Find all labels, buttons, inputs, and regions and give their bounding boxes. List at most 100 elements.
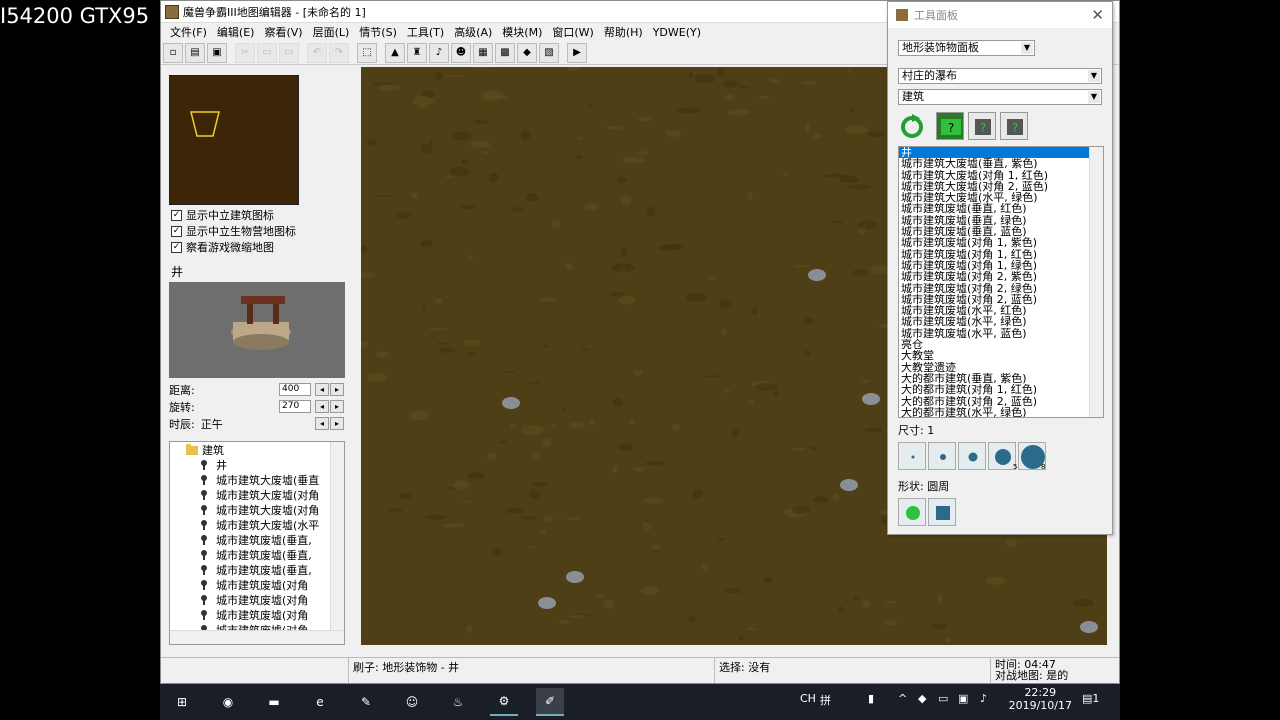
paste-icon[interactable]: ▭ (279, 42, 299, 63)
check-neutral-buildings[interactable]: ✓ 显示中立建筑图标 (171, 207, 274, 223)
redo-icon[interactable]: ↷ (329, 42, 349, 63)
spin-left-icon[interactable]: ◂ (315, 383, 329, 396)
unit-editor-icon[interactable]: ♜ (407, 42, 427, 63)
doodad-listbox[interactable]: 井城市建筑大废墟(垂直, 紫色) 城市建筑大废墟(对角 1, 红色) 城市建筑大废墟… (898, 146, 1104, 418)
tree-folder[interactable]: 建筑 (170, 442, 344, 457)
sound-editor-icon[interactable]: ♪ (429, 42, 449, 63)
network-icon[interactable]: ▣ (958, 692, 968, 705)
menu-tools[interactable]: 工具(T) (402, 24, 449, 40)
doodad-list-item[interactable]: 城市建筑废墟(对角 1, 红色) (899, 249, 1103, 260)
notification-icon[interactable]: ▤1 (1082, 692, 1099, 705)
rock-doodad[interactable] (1080, 621, 1098, 633)
doodad-list-item[interactable]: 城市建筑废墟(对角 1, 绿色) (899, 260, 1103, 271)
spin-right-icon[interactable]: ▸ (330, 417, 344, 430)
menu-help[interactable]: 帮助(H) (599, 24, 648, 40)
doodad-variation-button[interactable]: ? (968, 112, 996, 140)
tree-item[interactable]: 城市建筑废墟(对角 (170, 607, 344, 622)
rock-doodad[interactable] (808, 269, 826, 281)
cut-icon[interactable]: ✂ (235, 42, 255, 63)
campaign-editor-icon[interactable]: ◆ (517, 42, 537, 63)
menu-file[interactable]: 文件(F) (165, 24, 212, 40)
check-game-minimap[interactable]: ✓ 察看游戏微缩地图 (171, 239, 274, 255)
tileset-select[interactable]: 村庄的瀑布 ▼ (898, 68, 1102, 84)
spin-right-icon[interactable]: ▸ (330, 400, 344, 413)
edge-browser-icon[interactable]: e (306, 688, 334, 716)
trigger-editor-icon[interactable]: ▩ (495, 42, 515, 63)
save-icon[interactable]: ▣ (207, 42, 227, 63)
rock-doodad[interactable] (502, 397, 520, 409)
check-neutral-camps[interactable]: ✓ 显示中立生物营地图标 (171, 223, 296, 239)
doodad-list-item[interactable]: 城市建筑废墟(对角 2, 绿色) (899, 283, 1103, 294)
menu-advanced[interactable]: 高级(A) (449, 24, 497, 40)
doodad-list-item[interactable]: 城市建筑废墟(对角 2, 紫色) (899, 271, 1103, 282)
anime-app-icon[interactable]: ☺ (398, 688, 426, 716)
shape-circle-button[interactable] (898, 498, 926, 526)
doodad-list-item[interactable]: 大的都市建筑(对角 2, 蓝色) (899, 396, 1103, 407)
doodad-list-item[interactable]: 城市建筑废墟(对角 1, 紫色) (899, 237, 1103, 248)
menu-edit[interactable]: 编辑(E) (212, 24, 260, 40)
new-file-icon[interactable]: ▫ (163, 42, 183, 63)
tree-item[interactable]: 城市建筑大废墟(垂直 (170, 472, 344, 487)
menu-scenario[interactable]: 情节(S) (354, 24, 402, 40)
rotation-input[interactable]: 270 (279, 400, 311, 413)
spin-right-icon[interactable]: ▸ (330, 383, 344, 396)
tray-wifi-icon[interactable]: ▭ (938, 692, 948, 705)
rock-doodad[interactable] (840, 479, 858, 491)
distance-input[interactable]: 400 (279, 383, 311, 396)
tree-item[interactable]: 城市建筑大废墟(水平 (170, 517, 344, 532)
rock-doodad[interactable] (862, 393, 880, 405)
brush-size-1[interactable] (898, 442, 926, 470)
doodad-list-item[interactable]: 城市建筑废墟(水平, 蓝色) (899, 328, 1103, 339)
checkbox-icon[interactable]: ✓ (171, 225, 182, 237)
ai-editor-icon[interactable]: ☻ (451, 42, 471, 63)
menu-window[interactable]: 窗口(W) (547, 24, 598, 40)
listbox-scrollbar[interactable] (1089, 147, 1103, 417)
brush-size-5[interactable]: 5 (988, 442, 1017, 471)
tree-item[interactable]: 城市建筑废墟(对角 (170, 592, 344, 607)
checkbox-icon[interactable]: ✓ (171, 241, 182, 253)
doodad-list-item[interactable]: 大教堂 (899, 350, 1103, 361)
doodad-list-item[interactable]: 城市建筑废墟(垂直, 绿色) (899, 215, 1103, 226)
we-editor-taskbar-icon[interactable]: ✐ (536, 688, 564, 716)
doodad-list-item[interactable]: 城市建筑大废墟(水平, 绿色) (899, 192, 1103, 203)
close-icon[interactable]: ✕ (1091, 6, 1104, 24)
doodad-list-item[interactable]: 大教堂遗迹 (899, 362, 1103, 373)
steam-icon[interactable]: ♨ (444, 688, 472, 716)
ime-mode-icon[interactable]: 拼 (820, 692, 831, 708)
chevron-up-icon[interactable]: ^ (898, 692, 907, 705)
tree-item[interactable]: 城市建筑大废墟(对角 (170, 502, 344, 517)
import-manager-icon[interactable]: ▧ (539, 42, 559, 63)
doodad-list-item[interactable]: 亮仓 (899, 339, 1103, 350)
doodad-list-item[interactable]: 大的都市建筑(垂直, 紫色) (899, 373, 1103, 384)
menu-view[interactable]: 察看(V) (259, 24, 307, 40)
place-doodad-button[interactable]: ? (936, 112, 964, 140)
doodad-list-item[interactable]: 城市建筑废墟(对角 2, 蓝色) (899, 294, 1103, 305)
tree-item[interactable]: 城市建筑废墟(垂直, (170, 532, 344, 547)
shape-square-button[interactable] (928, 498, 956, 526)
tree-item[interactable]: 城市建筑废墟(垂直, (170, 562, 344, 577)
file-explorer-icon[interactable]: ▬ (260, 688, 288, 716)
minimap[interactable] (169, 75, 299, 205)
doodad-list-item[interactable]: 城市建筑废墟(水平, 绿色) (899, 316, 1103, 327)
tool-palette-titlebar[interactable]: 工具面板 (888, 2, 1112, 28)
ydwe-taskbar-icon[interactable]: ⚙ (490, 688, 518, 716)
undo-icon[interactable]: ↶ (307, 42, 327, 63)
brush-size-2[interactable] (928, 442, 956, 470)
brush-size-3[interactable] (958, 442, 986, 470)
tray-app-icon[interactable]: ◆ (918, 692, 926, 705)
windows-start-icon[interactable]: ⊞ (168, 688, 196, 716)
spin-left-icon[interactable]: ◂ (315, 400, 329, 413)
doodad-list-item[interactable]: 城市建筑大废墟(垂直, 紫色) (899, 158, 1103, 169)
menu-layer[interactable]: 层面(L) (308, 24, 355, 40)
spin-left-icon[interactable]: ◂ (315, 417, 329, 430)
open-folder-icon[interactable]: ▤ (185, 42, 205, 63)
doodad-list-item[interactable]: 城市建筑废墟(垂直, 蓝色) (899, 226, 1103, 237)
checkbox-icon[interactable]: ✓ (171, 209, 182, 221)
doodad-random-button[interactable]: ? (1000, 112, 1028, 140)
menu-module[interactable]: 模块(M) (497, 24, 547, 40)
tree-item[interactable]: 城市建筑废墟(垂直, (170, 547, 344, 562)
paint-app-icon[interactable]: ✎ (352, 688, 380, 716)
map-horizontal-scrollbar[interactable] (361, 645, 1107, 657)
doodad-list-item[interactable]: 城市建筑废墟(水平, 红色) (899, 305, 1103, 316)
panel-type-select[interactable]: 地形装饰物面板 ▼ (898, 40, 1035, 56)
